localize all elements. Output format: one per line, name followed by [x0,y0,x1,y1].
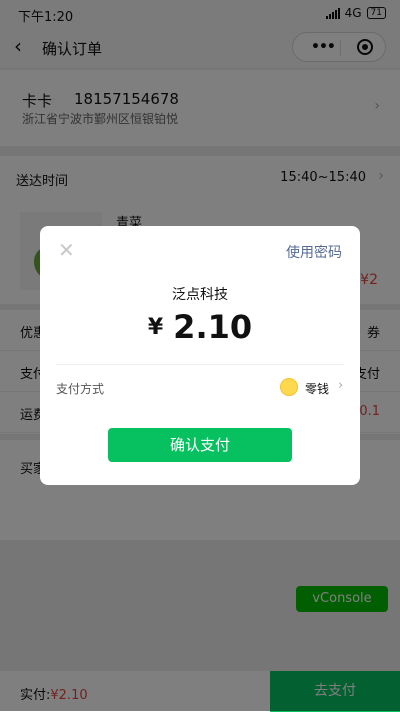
amount-value: 2.10 [173,308,253,346]
use-password-link[interactable]: 使用密码 [286,242,342,262]
payment-amount: ¥2.10 [40,308,360,346]
payment-method-label: 支付方式 [56,382,105,396]
payment-method-value[interactable]: 零钱 [305,380,329,397]
wallet-coin-icon [280,378,298,396]
chevron-right-icon[interactable]: › [338,378,343,393]
close-icon[interactable]: ✕ [58,238,75,262]
confirm-pay-button[interactable]: 确认支付 [108,428,292,462]
currency-symbol: ¥ [147,315,164,340]
payment-dialog: ✕ 使用密码 泛点科技 ¥2.10 支付方式 零钱 › 确认支付 [40,226,360,485]
divider [56,364,344,365]
merchant-name: 泛点科技 [172,287,228,303]
